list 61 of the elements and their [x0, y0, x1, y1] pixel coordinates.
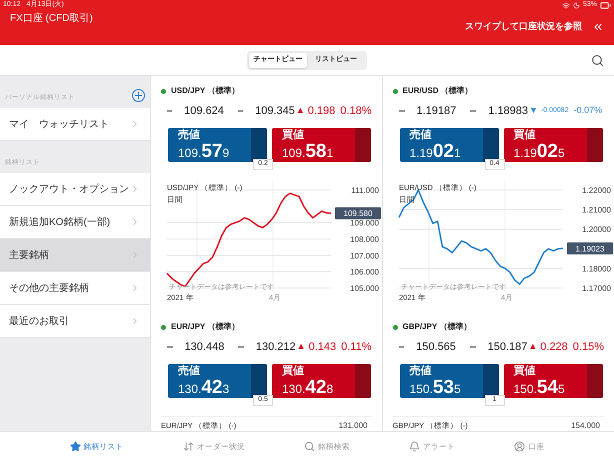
- pair-name: EUR/USD （標準）: [402, 85, 473, 97]
- current-price-badge: 109.580: [335, 207, 381, 220]
- user-icon: [514, 441, 526, 452]
- search-icon[interactable]: [591, 54, 604, 66]
- swipe-hint: スワイプして口座状況を参照: [465, 20, 582, 33]
- buy-button[interactable]: 買値 130.428: [272, 364, 371, 398]
- current-price-badge: 1.19023: [566, 242, 612, 254]
- up-down-arrows-icon: [182, 441, 194, 452]
- search-icon: [304, 441, 315, 452]
- percent-change: 0.11%: [341, 340, 372, 355]
- pair-name: GBP/JPY （標準）: [402, 321, 472, 333]
- low-price: 1.18983: [488, 104, 528, 119]
- axis-tick-label: 1.20000: [582, 225, 610, 234]
- pair-name: EUR/JPY （標準）: [171, 321, 240, 333]
- bell-icon: [409, 441, 420, 452]
- axis-tick-label: 154.000: [571, 420, 600, 431]
- sidebar-item[interactable]: 主要銘柄: [0, 239, 150, 272]
- percent-change: 0.15%: [572, 340, 604, 355]
- axis-tick-label: 1.17000: [582, 284, 610, 293]
- axis-tick-label: 107.000: [350, 251, 379, 260]
- header-title: FX口座 (CFD取引): [10, 12, 93, 26]
- axis-tick-label: 109.000: [350, 218, 379, 228]
- percent-change: -0.07%: [574, 104, 602, 118]
- axis-tick-label: 105.000: [350, 284, 379, 293]
- low-price: 130.212: [256, 340, 296, 355]
- wifi-icon: [562, 2, 570, 10]
- axis-tick-label: 1.22000: [582, 186, 610, 195]
- sidebar-item[interactable]: 新規追加KO銘柄(一部): [0, 206, 150, 239]
- high-price: 109.624: [184, 104, 224, 119]
- star-icon: [70, 441, 81, 452]
- axis-tick-label: 106.000: [350, 268, 379, 277]
- price-change: 0.143: [308, 340, 336, 355]
- buy-button[interactable]: 買値 109.581: [272, 128, 371, 162]
- price-change: 0.198: [308, 104, 336, 119]
- high-price: 150.565: [416, 340, 456, 355]
- battery-icon: [600, 0, 611, 11]
- pair-name: USD/JPY （標準）: [171, 85, 240, 97]
- axis-tick-label: 108.000: [350, 235, 379, 244]
- sidebar-item[interactable]: マイ ウォッチリスト: [0, 108, 150, 141]
- axis-tick-label: 1.21000: [582, 206, 610, 215]
- high-price: 130.448: [184, 340, 224, 355]
- buy-button[interactable]: 買値 150.545: [504, 364, 602, 398]
- sidebar-item[interactable]: ノックアウト・オプション: [0, 173, 150, 206]
- moon-icon: [572, 2, 580, 9]
- buy-button[interactable]: 買値 1.19025: [504, 128, 602, 162]
- percent-change: 0.18%: [340, 104, 372, 119]
- axis-tick-label: 131.000: [338, 420, 368, 431]
- low-price: 150.187: [488, 340, 528, 355]
- high-price: 1.19187: [416, 104, 456, 119]
- sidebar-item[interactable]: 最近のお取引: [0, 305, 150, 338]
- up-arrow: ▲: [528, 340, 538, 354]
- add-icon[interactable]: [132, 89, 145, 102]
- sidebar-item[interactable]: その他の主要銘柄: [0, 272, 150, 305]
- down-arrow: ▼: [529, 104, 538, 118]
- sell-button[interactable]: 売値 150.535: [400, 364, 498, 398]
- low-price: 109.345: [255, 104, 295, 119]
- axis-tick-label: 1.18000: [582, 264, 610, 274]
- up-arrow: ▲: [296, 340, 306, 354]
- price-change: 0.228: [540, 340, 568, 355]
- axis-tick-label: 111.000: [351, 186, 379, 195]
- up-arrow: ▲: [296, 104, 305, 118]
